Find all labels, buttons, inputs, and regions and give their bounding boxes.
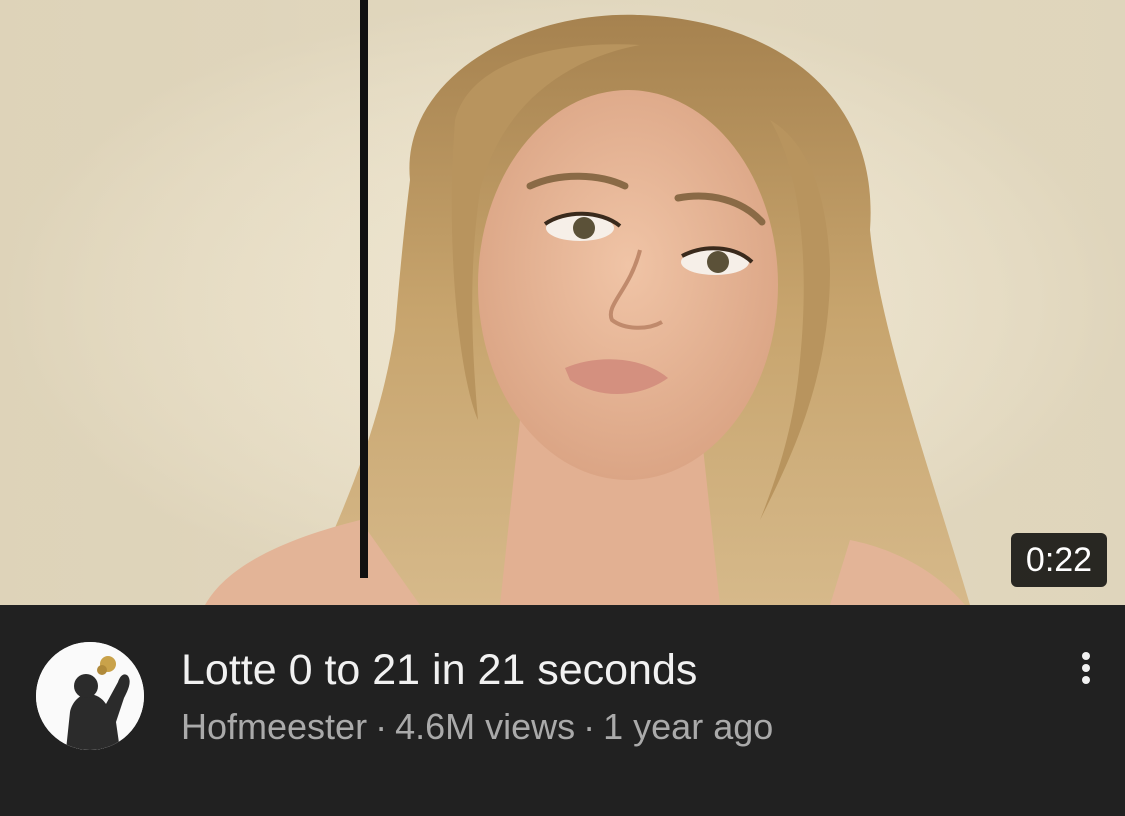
- meta-separator: ·: [583, 706, 596, 747]
- menu-dot: [1082, 664, 1090, 672]
- video-meta: Hofmeester · 4.6M views · 1 year ago: [181, 705, 773, 749]
- menu-dot: [1082, 652, 1090, 660]
- video-thumbnail[interactable]: 0:22: [0, 0, 1125, 605]
- video-title[interactable]: Lotte 0 to 21 in 21 seconds: [181, 644, 697, 696]
- duration-badge: 0:22: [1011, 533, 1107, 587]
- channel-avatar[interactable]: [36, 642, 144, 750]
- more-vert-icon[interactable]: [1066, 646, 1106, 690]
- thumbnail-image: [0, 0, 1125, 605]
- statue-icon: [36, 642, 144, 750]
- meta-separator: ·: [375, 706, 388, 747]
- channel-name[interactable]: Hofmeester: [181, 706, 367, 747]
- upload-age: 1 year ago: [603, 706, 774, 747]
- menu-dot: [1082, 676, 1090, 684]
- view-count: 4.6M views: [395, 706, 576, 747]
